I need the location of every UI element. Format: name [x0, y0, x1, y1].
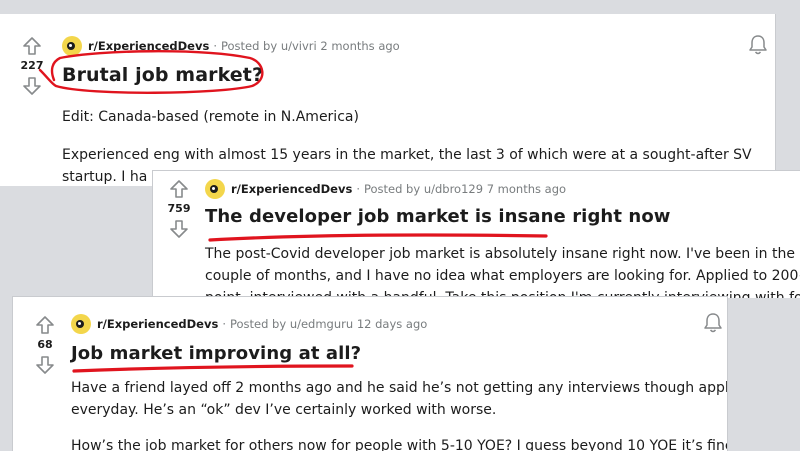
- downvote-arrow-icon[interactable]: [22, 76, 42, 96]
- subreddit-link[interactable]: r/ExperiencedDevs: [231, 182, 352, 196]
- posted-by: Posted by u/edmguru 12 days ago: [229, 317, 428, 331]
- body-line: everyday. He’s an “ok” dev I’ve certainl…: [71, 402, 497, 418]
- post-card-3[interactable]: 68 r/ExperiencedDevs · Posted by u/edmgu…: [12, 296, 728, 451]
- post-meta: r/ExperiencedDevs · Posted by u/edmguru …: [71, 314, 427, 334]
- vote-column: 227: [16, 36, 48, 96]
- separator-dot: ·: [356, 182, 360, 196]
- subreddit-link[interactable]: r/ExperiencedDevs: [88, 39, 209, 53]
- separator-dot: ·: [213, 39, 217, 53]
- body-line: The post-Covid developer job market is a…: [205, 246, 800, 262]
- separator-dot: ·: [222, 317, 226, 331]
- vote-column: 68: [29, 315, 61, 375]
- vote-column: 759: [163, 179, 195, 239]
- posted-by: Posted by u/vivri 2 months ago: [220, 39, 400, 53]
- body-line: Edit: Canada-based (remote in N.America): [62, 109, 359, 125]
- post-card-2[interactable]: 759 r/ExperiencedDevs · Posted by u/dbro…: [152, 170, 800, 298]
- body-line: couple of months, and I have no idea wha…: [205, 268, 800, 284]
- vote-score: 68: [37, 338, 53, 351]
- upvote-arrow-icon[interactable]: [169, 179, 189, 199]
- body-line: How’s the job market for others now for …: [71, 438, 728, 451]
- vote-score: 227: [20, 59, 44, 72]
- posted-by: Posted by u/dbro129 7 months ago: [363, 182, 567, 196]
- notification-bell-icon[interactable]: [748, 34, 768, 56]
- vote-score: 759: [167, 202, 191, 215]
- subreddit-link[interactable]: r/ExperiencedDevs: [97, 317, 218, 331]
- upvote-arrow-icon[interactable]: [35, 315, 55, 335]
- post-body: Have a friend layed off 2 months ago and…: [71, 377, 728, 451]
- subreddit-icon[interactable]: [205, 179, 225, 199]
- upvote-arrow-icon[interactable]: [22, 36, 42, 56]
- body-line: Experienced eng with almost 15 years in …: [62, 147, 752, 163]
- post-title[interactable]: Job market improving at all?: [71, 343, 361, 364]
- body-line: Have a friend layed off 2 months ago and…: [71, 380, 728, 396]
- post-meta: r/ExperiencedDevs · Posted by u/dbro129 …: [205, 179, 566, 199]
- downvote-arrow-icon[interactable]: [169, 219, 189, 239]
- downvote-arrow-icon[interactable]: [35, 355, 55, 375]
- post-card-1[interactable]: 227 r/ExperiencedDevs · Posted by u/vivr…: [0, 14, 776, 186]
- subreddit-icon[interactable]: [71, 314, 91, 334]
- post-title[interactable]: The developer job market is insane right…: [205, 206, 671, 227]
- subreddit-icon[interactable]: [62, 36, 82, 56]
- post-body: The post-Covid developer job market is a…: [205, 243, 800, 298]
- post-meta: r/ExperiencedDevs · Posted by u/vivri 2 …: [62, 36, 400, 56]
- post-title[interactable]: Brutal job market?: [62, 64, 263, 86]
- notification-bell-icon[interactable]: [703, 312, 723, 334]
